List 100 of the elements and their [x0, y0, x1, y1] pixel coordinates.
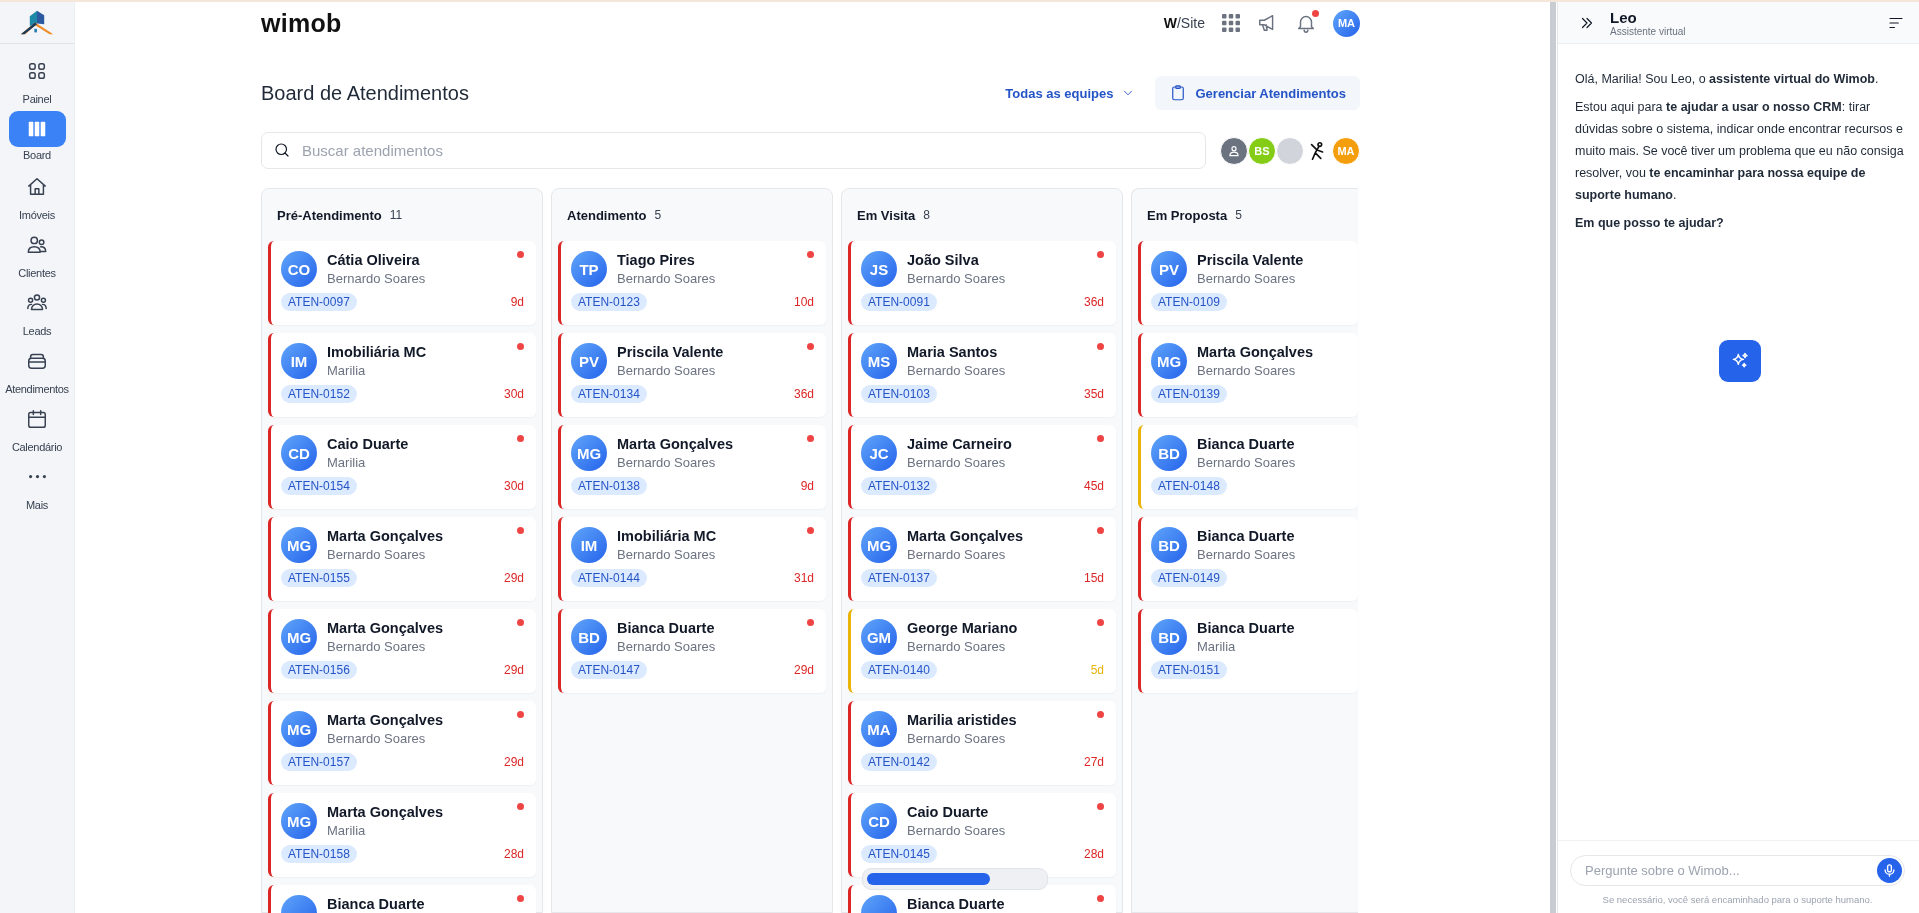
days-count: 29d — [503, 755, 524, 769]
days-count: 28d — [1083, 847, 1104, 861]
days-count: 10d — [793, 295, 814, 309]
lead-card[interactable]: CO Cátia Oliveira Bernardo Soares ATEN-0097 9d — [268, 241, 536, 325]
ticket-code: ATEN-0157 — [281, 753, 357, 771]
scrollbar[interactable] — [1550, 2, 1556, 913]
lead-card[interactable]: BD Bianca Duarte Marilia ATEN-0151 — [1138, 609, 1358, 693]
days-count: 36d — [1083, 295, 1104, 309]
lead-card[interactable]: MG Marta Gonçalves Bernardo Soares ATEN-0138 9d — [558, 425, 826, 509]
lead-card[interactable]: BD Bianca Duarte Bernardo Soares ATEN-0149 — [1138, 517, 1358, 601]
ticket-code: ATEN-0151 — [1151, 661, 1227, 679]
client-name: Marta Gonçalves — [327, 804, 444, 820]
lead-card[interactable]: JC Jaime Carneiro Bernardo Soares ATEN-0132 45d — [848, 425, 1116, 509]
lead-card[interactable]: BD Bianca Duarte Bernardo Soares ATEN-0147 29d — [558, 609, 826, 693]
lead-card[interactable]: MA Marilia aristides Bernardo Soares ATEN-0142 27d — [848, 701, 1116, 785]
sidebar-item[interactable]: Imóveis — [17, 172, 57, 230]
agent-name: Bernardo Soares — [907, 363, 1006, 378]
avatar: TP — [571, 251, 607, 287]
site-link[interactable]: W/Site — [1163, 15, 1205, 31]
client-name: Bianca Duarte — [1197, 620, 1295, 636]
sidebar-item[interactable]: Painel — [17, 56, 57, 114]
manage-button[interactable]: Gerenciar Atendimentos — [1155, 76, 1360, 110]
lead-card[interactable]: Bianca Duarte — [268, 885, 536, 913]
user-avatar[interactable]: MA — [1333, 9, 1360, 37]
avatar: BD — [1151, 435, 1187, 471]
lead-card[interactable]: TP Tiago Pires Bernardo Soares ATEN-0123 10d — [558, 241, 826, 325]
agent-name: Bernardo Soares — [617, 455, 717, 470]
microphone-icon — [1882, 863, 1897, 878]
lead-card[interactable]: MG Marta Gonçalves Bernardo Soares ATEN-0155 29d — [268, 517, 536, 601]
team-avatar[interactable] — [1220, 136, 1248, 165]
avatar: CO — [281, 251, 317, 287]
ticket-code: ATEN-0123 — [571, 293, 647, 311]
avatar: IM — [571, 527, 607, 563]
lead-card[interactable]: JS João Silva Bernardo Soares ATEN-0091 36d — [848, 241, 1116, 325]
avatar: IM — [281, 343, 317, 379]
column-title: Em Proposta — [1147, 207, 1228, 223]
client-name: Marta Gonçalves — [907, 528, 1024, 544]
chat-input[interactable]: Pergunte sobre o Wimob... — [1570, 855, 1905, 886]
client-name: Bianca Duarte — [327, 896, 425, 912]
days-count: 31d — [793, 571, 814, 585]
days-count: 15d — [1083, 571, 1104, 585]
lead-card[interactable]: PV Priscila Valente Bernardo Soares ATEN-0134 36d — [558, 333, 826, 417]
ticket-code: ATEN-0140 — [861, 661, 937, 679]
agent-name: Bernardo Soares — [1197, 547, 1296, 562]
agent-name: Bernardo Soares — [327, 639, 427, 654]
ticket-code: ATEN-0148 — [1151, 477, 1227, 495]
client-name: Maria Santos — [907, 344, 999, 360]
lead-card[interactable]: GM George Mariano Bernardo Soares ATEN-0140 5d — [848, 609, 1116, 693]
days-count: 36d — [793, 387, 814, 401]
lead-card[interactable]: MG Marta Gonçalves Marilia ATEN-0158 28d — [268, 793, 536, 877]
ai-sparkle-button[interactable] — [1719, 340, 1761, 382]
sidebar-item[interactable]: Mais — [17, 462, 57, 520]
lead-card[interactable]: MG Marta Gonçalves Bernardo Soares ATEN-0137 15d — [848, 517, 1116, 601]
avatar: MG — [281, 803, 317, 839]
lead-card[interactable]: CD Caio Duarte Bernardo Soares ATEN-0145 28d — [848, 793, 1116, 877]
apps-grid-icon[interactable] — [1221, 13, 1241, 33]
lead-card[interactable]: IM Imobiliária MC Marilia ATEN-0152 30d — [268, 333, 536, 417]
users-icon — [26, 234, 48, 256]
lead-card[interactable]: MG Marta Gonçalves Bernardo Soares ATEN-0139 — [1138, 333, 1358, 417]
lead-card[interactable]: MS Maria Santos Bernardo Soares ATEN-0103 35d — [848, 333, 1116, 417]
lead-card[interactable]: MG Marta Gonçalves Bernardo Soares ATEN-0157 29d — [268, 701, 536, 785]
days-count: 45d — [1083, 479, 1104, 493]
client-name: Marta Gonçalves — [1197, 344, 1314, 360]
client-name: Caio Duarte — [327, 436, 409, 452]
client-name: Imobiliária MC — [617, 528, 717, 544]
agent-name: Bernardo Soares — [617, 547, 717, 562]
avatar: JS — [861, 251, 897, 287]
page-title: Board de Atendimentos — [261, 81, 469, 105]
sidebar-item[interactable]: Calendário — [11, 404, 63, 462]
days-count: 29d — [503, 663, 524, 677]
agent-name: Bernardo Soares — [907, 823, 1006, 838]
assistant-name: Leo — [1610, 8, 1638, 26]
search-field[interactable]: Buscar atendimentos — [261, 132, 1206, 169]
agent-name: Marilia — [327, 455, 367, 470]
team-filter-dropdown[interactable]: Todas as equipes — [1001, 79, 1140, 107]
column-title: Atendimento — [567, 207, 647, 223]
sidebar-item[interactable]: Clientes — [17, 230, 57, 288]
sidebar-item[interactable]: Leads — [17, 288, 57, 346]
ticket-code: ATEN-0109 — [1151, 293, 1227, 311]
avatar: GM — [861, 619, 897, 655]
avatar: PV — [1151, 251, 1187, 287]
ticket-code: ATEN-0158 — [281, 845, 357, 863]
lead-card[interactable]: BD Bianca Duarte Bernardo Soares ATEN-0148 — [1138, 425, 1358, 509]
lead-card[interactable]: CD Caio Duarte Marilia ATEN-0154 30d — [268, 425, 536, 509]
ticket-code: ATEN-0152 — [281, 385, 357, 403]
chat-message: Olá, Marilia! Sou Leo, o assistente virtual do Wimob. — [1575, 71, 1880, 88]
agent-name: Bernardo Soares — [327, 731, 427, 746]
sidebar-item[interactable]: Atendimentos — [5, 346, 69, 404]
avatar: MA — [861, 711, 897, 747]
calendar-icon — [26, 408, 48, 430]
agent-name: Bernardo Soares — [907, 455, 1007, 470]
brand-logo[interactable]: wimob — [261, 8, 342, 38]
lead-card[interactable]: MG Marta Gonçalves Bernardo Soares ATEN-0156 29d — [268, 609, 536, 693]
lead-card[interactable]: PV Priscila Valente Bernardo Soares ATEN-0109 — [1138, 241, 1358, 325]
ticket-code: ATEN-0155 — [281, 569, 357, 587]
agent-name: Bernardo Soares — [907, 547, 1007, 562]
avatar: MS — [861, 343, 897, 379]
lead-card[interactable]: IM Imobiliária MC Bernardo Soares ATEN-0144 31d — [558, 517, 826, 601]
days-count: 30d — [503, 479, 524, 493]
avatar: MG — [571, 435, 607, 471]
